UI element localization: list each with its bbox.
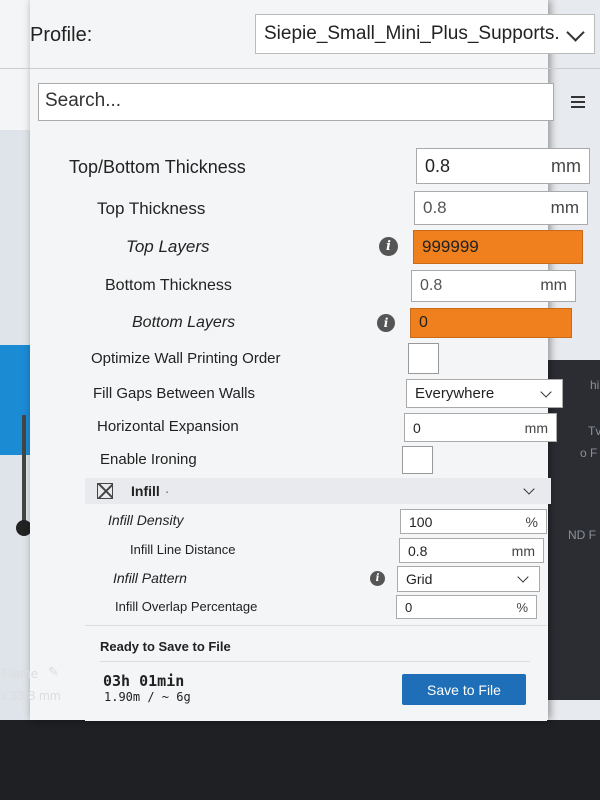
info-icon[interactable]: i	[370, 571, 385, 586]
field-value: 0.8	[408, 542, 428, 559]
edge-text-nd: ND F	[568, 528, 596, 542]
field-unit: mm	[540, 277, 567, 294]
bottom-thickness-field[interactable]: 0.8 mm	[411, 270, 576, 302]
desk-bottom	[0, 720, 600, 800]
top-bottom-thickness-label: Top/Bottom Thickness	[69, 157, 246, 177]
infill-pattern-dropdown[interactable]: Grid	[397, 566, 540, 592]
field-unit: %	[525, 513, 538, 530]
header-divider	[0, 68, 600, 69]
search-input[interactable]: Search...	[38, 83, 554, 121]
pencil-icon[interactable]: ✎	[48, 664, 59, 680]
field-unit: mm	[550, 198, 579, 217]
field-value: 0	[405, 599, 413, 615]
edge-text-of: o F	[580, 446, 598, 460]
infill-density-field[interactable]: 100 %	[400, 509, 547, 534]
infill-density-label: Infill Density	[108, 512, 184, 528]
dimension-label: x 33.8 mm	[0, 688, 61, 703]
field-value: 999999	[422, 237, 479, 256]
optimize-wall-checkbox[interactable]	[408, 343, 439, 374]
flame-label: Flame	[2, 666, 39, 681]
chevron-down-icon	[523, 483, 535, 495]
infill-category-header[interactable]: Infill ·	[85, 478, 551, 504]
profile-label: Profile:	[30, 24, 93, 46]
menu-icon[interactable]	[571, 96, 585, 108]
field-unit: mm	[511, 542, 535, 559]
edge-text-tv: Tv	[588, 424, 600, 438]
fill-gaps-label: Fill Gaps Between Walls	[93, 385, 255, 402]
field-value: 100	[409, 513, 433, 530]
info-icon[interactable]: i	[377, 314, 395, 332]
infill-pattern-label: Infill Pattern	[113, 570, 187, 586]
top-bottom-thickness-field[interactable]: 0.8 mm	[416, 148, 590, 184]
horizontal-expansion-field[interactable]: 0 mm	[404, 413, 557, 442]
print-time: 03h 01min	[103, 672, 185, 690]
enable-ironing-checkbox[interactable]	[402, 446, 433, 474]
field-unit: mm	[524, 419, 548, 436]
field-value: 0.8	[420, 277, 443, 294]
save-to-file-button[interactable]: Save to File	[402, 674, 526, 705]
field-unit: %	[516, 599, 528, 615]
chevron-down-icon	[566, 22, 585, 42]
chevron-down-icon	[540, 385, 552, 398]
field-unit: mm	[551, 155, 581, 176]
infill-category-label: Infill	[131, 483, 160, 499]
infill-icon	[97, 483, 113, 499]
top-layers-field[interactable]: 999999	[413, 230, 583, 264]
field-value: 0	[413, 419, 421, 436]
bottom-thickness-label: Bottom Thickness	[105, 277, 232, 294]
edge-text-hi: hi	[590, 378, 600, 392]
fill-gaps-dropdown[interactable]: Everywhere	[406, 379, 563, 408]
infill-overlap-field[interactable]: 0 %	[396, 595, 537, 619]
field-value: 0	[419, 314, 428, 331]
bottom-layers-field[interactable]: 0	[410, 308, 572, 338]
field-value: 0.8	[423, 198, 447, 217]
infill-line-distance-field[interactable]: 0.8 mm	[399, 538, 544, 563]
field-value: Grid	[406, 571, 433, 587]
infill-overlap-label: Infill Overlap Percentage	[115, 599, 258, 614]
printer-rod	[22, 415, 26, 525]
profile-dropdown[interactable]: Siepie_Small_Mini_Plus_Supports...	[255, 14, 595, 54]
enable-ironing-label: Enable Ironing	[100, 451, 197, 468]
top-layers-label: Top Layers	[126, 237, 210, 256]
top-thickness-field[interactable]: 0.8 mm	[414, 191, 588, 225]
optimize-wall-label: Optimize Wall Printing Order	[91, 350, 281, 367]
field-value: Everywhere	[415, 385, 495, 402]
info-icon[interactable]: i	[379, 237, 398, 256]
chevron-down-icon	[517, 571, 529, 583]
profile-value: Siepie_Small_Mini_Plus_Supports...	[264, 23, 561, 44]
field-value: 0.8	[425, 155, 451, 176]
footer-divider	[100, 661, 530, 662]
infill-line-distance-label: Infill Line Distance	[130, 542, 236, 557]
bottom-layers-label: Bottom Layers	[132, 314, 236, 331]
material-usage: 1.90m / ~ 6g	[104, 690, 191, 704]
horizontal-expansion-label: Horizontal Expansion	[97, 418, 239, 435]
header-background	[0, 0, 30, 130]
status-text: Ready to Save to File	[100, 639, 231, 654]
top-thickness-label: Top Thickness	[97, 199, 206, 218]
